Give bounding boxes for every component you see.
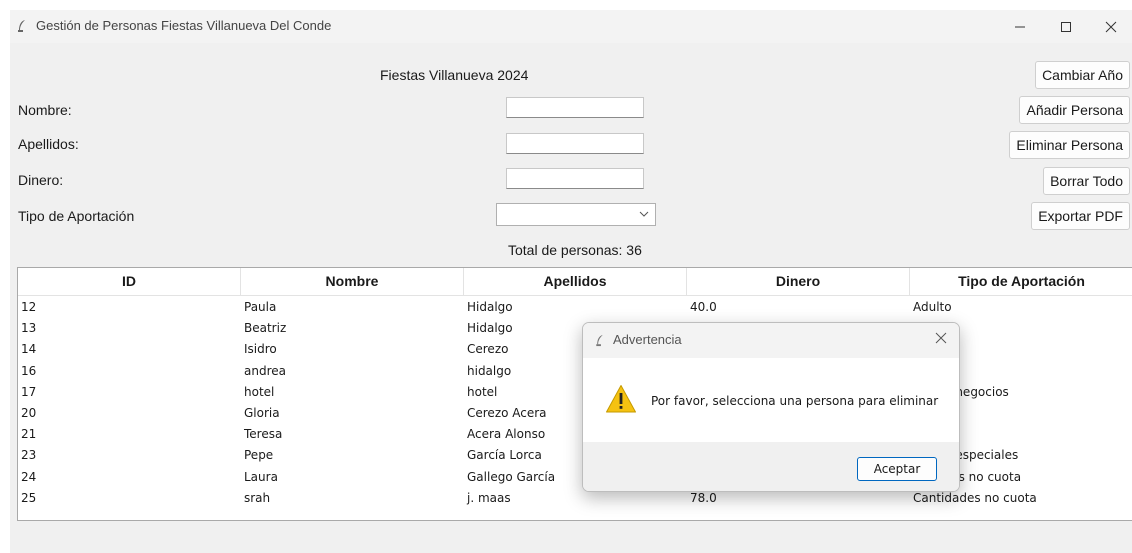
eliminar-persona-button[interactable]: Eliminar Persona [1009, 131, 1130, 159]
feather-icon [18, 20, 25, 32]
column-header-id[interactable]: ID [18, 268, 241, 295]
column-header-apellidos[interactable]: Apellidos [464, 268, 687, 295]
cell-id: 13 [21, 321, 37, 336]
apellidos-input[interactable] [506, 133, 644, 154]
dialog-message: Por favor, selecciona una persona para e… [651, 394, 939, 408]
window-title: Gestión de Personas Fiestas Villanueva D… [36, 18, 332, 33]
close-icon[interactable] [935, 332, 947, 344]
maximize-icon [1061, 21, 1071, 32]
total-personas: Total de personas: 36 [508, 242, 642, 258]
cell-id: 12 [21, 300, 37, 314]
table-header: ID Nombre Apellidos Dinero Tipo de Aport… [18, 268, 1132, 296]
table-row[interactable]: 21TeresaAcera Alonso67 [18, 424, 1132, 445]
minimize-button[interactable] [997, 10, 1043, 43]
main-window: Gestión de Personas Fiestas Villanueva D… [10, 10, 1132, 553]
table-row[interactable]: 14IsidroCerezo67 [18, 339, 1132, 360]
borrar-todo-button[interactable]: Borrar Todo [1043, 167, 1130, 195]
cell-dinero: 40.0 [690, 300, 717, 314]
cell-tipo: Adulto [913, 300, 952, 314]
title-bar: Gestión de Personas Fiestas Villanueva D… [10, 10, 1132, 43]
cell-id: 21 [21, 427, 37, 442]
personas-table: ID Nombre Apellidos Dinero Tipo de Aport… [17, 267, 1132, 521]
cell-nombre: Isidro [244, 342, 277, 357]
table-row[interactable]: 16 andrea hidalgo [18, 361, 1132, 382]
cell-id: 25 [21, 490, 37, 505]
column-header-nombre[interactable]: Nombre [241, 268, 464, 295]
feather-icon [596, 334, 603, 347]
cell-nombre: Gloria [244, 405, 280, 420]
cell-id: 23 [21, 448, 37, 463]
cell-nombre: Beatriz [244, 321, 287, 336]
minimize-icon [1015, 26, 1025, 27]
dialog-title-bar: Advertencia [583, 323, 959, 358]
table-row[interactable]: 20 Gloria Cerezo Acera [18, 403, 1132, 424]
table-row[interactable]: 25 srah j. maas 78.0 Cantidades no cuota [18, 488, 1132, 509]
nombre-label: Nombre: [18, 102, 72, 118]
cell-id: 24 [21, 469, 37, 484]
table-row[interactable]: 12 Paula Hidalgo 40.0 Adulto [18, 297, 1132, 318]
cell-apellidos: Hidalgo [467, 300, 513, 314]
cell-nombre: Laura [244, 469, 278, 484]
table-body: 12 Paula Hidalgo 40.0 Adulto 13 Beatriz Hidalgo… [18, 297, 1132, 509]
cell-nombre: Pepe [244, 448, 274, 463]
cell-nombre: Paula [244, 300, 277, 314]
status-area [10, 524, 1132, 553]
column-header-dinero[interactable]: Dinero [687, 268, 910, 295]
dialog-footer: Aceptar [583, 442, 959, 491]
cell-id: 20 [21, 405, 37, 420]
close-button[interactable] [1089, 10, 1132, 43]
maximize-button[interactable] [1043, 10, 1089, 43]
anadir-persona-button[interactable]: Añadir Persona [1019, 96, 1130, 124]
cell-nombre: andrea [244, 363, 286, 378]
apellidos-label: Apellidos: [18, 136, 79, 152]
column-header-tipo[interactable]: Tipo de Aportación [910, 268, 1132, 295]
cell-nombre: Teresa [244, 427, 283, 442]
table-row[interactable]: 17 hotel hotel ciones negocios [18, 382, 1132, 403]
dinero-input[interactable] [506, 168, 644, 189]
warning-icon [606, 385, 636, 413]
close-icon [1105, 21, 1116, 32]
chevron-down-icon [639, 211, 649, 217]
cell-nombre: srah [244, 490, 271, 505]
cell-nombre: hotel [244, 384, 275, 399]
table-row[interactable]: 13 Beatriz Hidalgo [18, 318, 1132, 339]
cambiar-anio-button[interactable]: Cambiar Año [1035, 61, 1130, 89]
table-row[interactable]: 24 Laura Gallego García ntidades no cuota [18, 467, 1132, 488]
tipo-aportacion-label: Tipo de Aportación [18, 208, 135, 224]
page-title: Fiestas Villanueva 2024 [380, 67, 529, 83]
dinero-label: Dinero: [18, 172, 64, 188]
exportar-pdf-button[interactable]: Exportar PDF [1031, 202, 1130, 230]
table-row[interactable]: 23 Pepe García Lorca ciones especiales [18, 445, 1132, 466]
cell-id: 14 [21, 342, 37, 357]
dialog-body: Por favor, selecciona una persona para e… [583, 358, 959, 442]
warning-dialog: Advertencia Por favor, selecciona una pe… [582, 322, 960, 492]
aceptar-button[interactable]: Aceptar [857, 457, 937, 481]
dialog-title: Advertencia [613, 332, 682, 347]
nombre-input[interactable] [506, 97, 644, 118]
cell-id: 16 [21, 363, 37, 378]
cell-id: 17 [21, 384, 37, 399]
tipo-aportacion-select[interactable] [496, 203, 656, 226]
